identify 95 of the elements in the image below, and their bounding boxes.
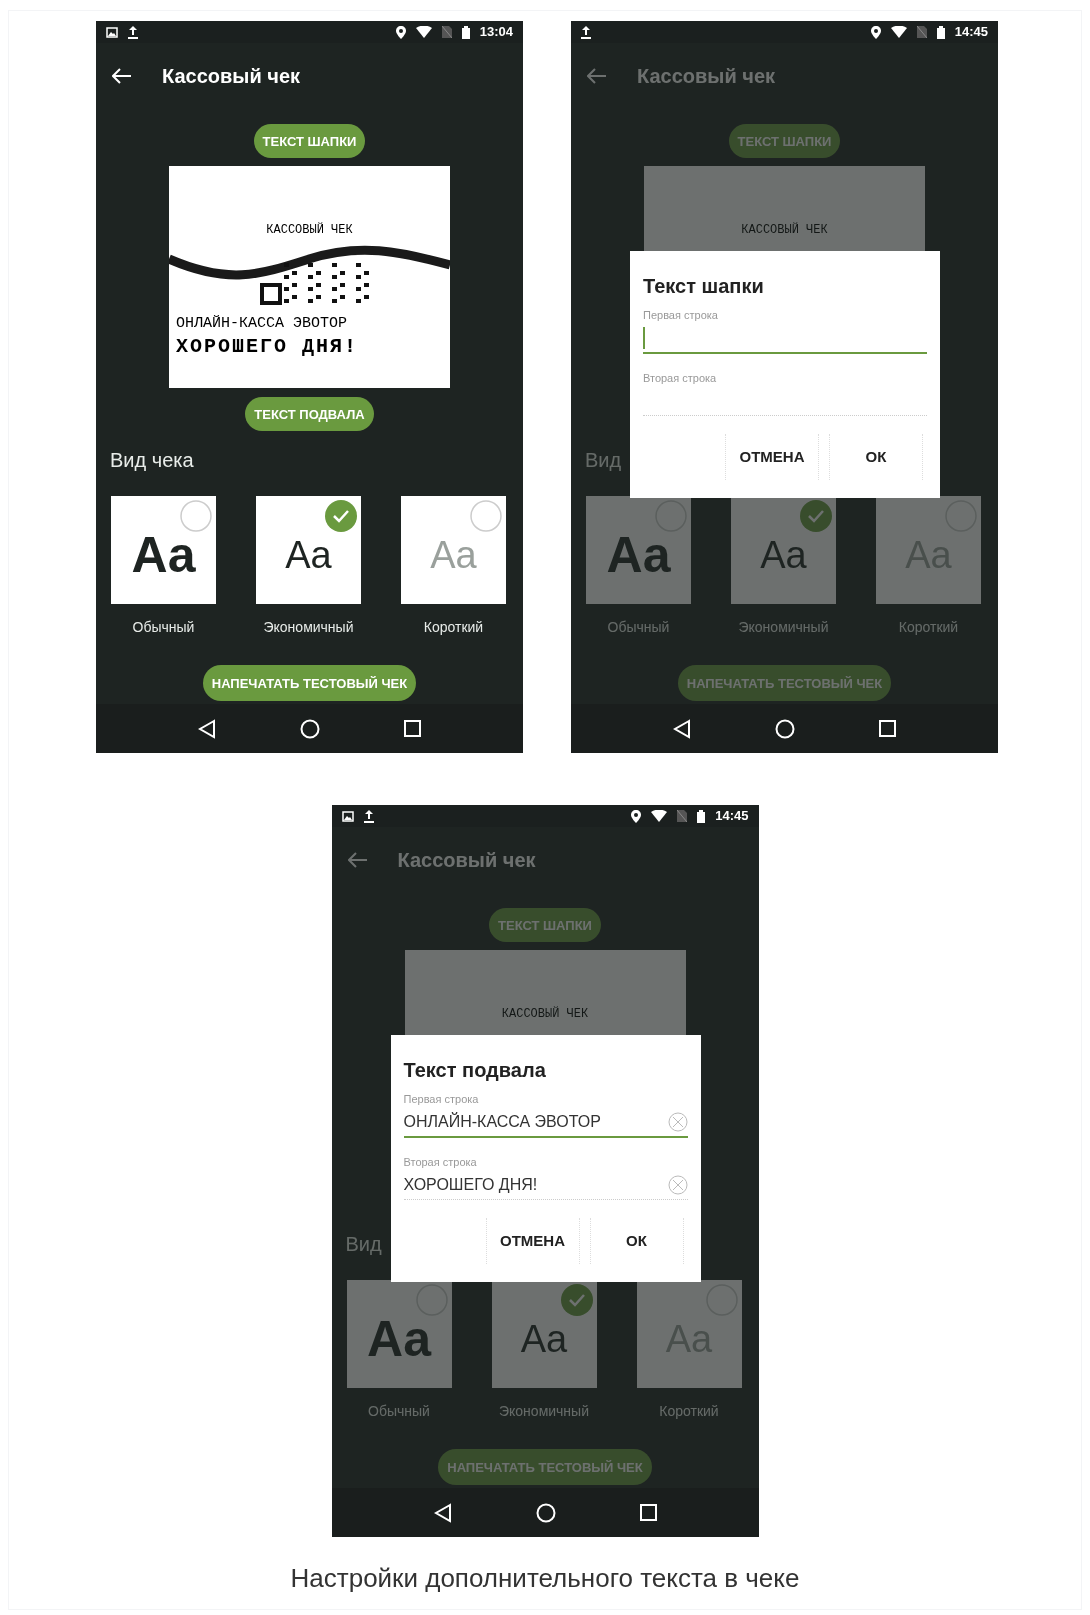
screen-title: Кассовый чек	[637, 64, 775, 89]
dialog-button[interactable]: ОК	[589, 1218, 684, 1264]
receipt-footer-line: ОНЛАЙН-КАССА ЭВОТОР	[176, 315, 349, 334]
field-label: Вторая строка	[643, 370, 718, 386]
receipt-style-tile[interactable]: Aa	[491, 1280, 597, 1388]
image-icon	[341, 810, 354, 822]
font-sample: Aa	[131, 525, 196, 585]
style-label: Обычный	[368, 1402, 430, 1421]
clear-icon	[667, 1174, 688, 1195]
location-pin-icon	[631, 809, 642, 823]
image-icon	[106, 26, 118, 38]
back-triangle-icon	[673, 718, 691, 739]
field-value-input[interactable]: ОНЛАЙН-КАССА ЭВОТОР	[403, 1109, 668, 1134]
screen-title: Кассовый чек	[162, 64, 300, 89]
print-test-receipt-button[interactable]: НАПЕЧАТАТЬ ТЕСТОВЫЙ ЧЕК	[438, 1449, 652, 1485]
no-sim-icon	[677, 810, 688, 822]
section-title: Вид чека	[110, 448, 194, 473]
receipt-style-tile[interactable]: Aa	[401, 496, 506, 604]
upload-icon	[581, 25, 591, 39]
clock-time: 14:45	[954, 23, 988, 42]
receipt-style-tile[interactable]: Aa	[731, 496, 836, 604]
footer-text-button[interactable]: ТЕКСТ ПОДВАЛА	[245, 397, 374, 431]
battery-icon	[461, 25, 470, 39]
style-label: Обычный	[132, 618, 195, 637]
dialog-title: Текст шапки	[643, 274, 765, 299]
section-title: Вид	[585, 448, 622, 473]
print-test-receipt-button[interactable]: НАПЕЧАТАТЬ ТЕСТОВЫЙ ЧЕК	[202, 665, 417, 701]
section-title: Вид	[345, 1232, 382, 1257]
screen-title: Кассовый чек	[397, 848, 536, 873]
upload-icon	[363, 809, 374, 823]
home-circle-icon	[535, 1502, 556, 1523]
font-sample: Aa	[760, 532, 807, 578]
dialog-button[interactable]: ОК	[829, 434, 923, 480]
checkmark-icon	[560, 1284, 593, 1316]
style-label: Экономичный	[738, 618, 829, 637]
font-sample: Aa	[367, 1309, 431, 1369]
no-sim-icon	[916, 26, 927, 38]
receipt-style-tile[interactable]: Aa	[586, 496, 691, 604]
home-circle-icon	[300, 718, 320, 739]
radio-circle-icon	[470, 500, 502, 532]
recents-square-icon	[639, 1504, 657, 1521]
header-text-button[interactable]: ТЕКСТ ШАПКИ	[253, 124, 366, 158]
back-triangle-icon	[198, 718, 216, 739]
recents-square-icon	[404, 720, 421, 737]
receipt-heading: КАССОВЫЙ ЧЕК	[741, 221, 828, 239]
font-sample: Aa	[285, 532, 332, 578]
font-sample: Aa	[606, 525, 671, 585]
back-arrow-icon	[347, 852, 368, 868]
header-text-button[interactable]: ТЕКСТ ШАПКИ	[489, 908, 601, 942]
wifi-icon	[890, 26, 907, 38]
radio-circle-icon	[180, 500, 212, 532]
style-label: Короткий	[659, 1402, 719, 1421]
style-label: Короткий	[898, 618, 959, 637]
upload-icon	[128, 25, 138, 39]
field-label: Первая строка	[403, 1092, 480, 1107]
field-label: Первая строка	[643, 308, 719, 323]
home-circle-icon	[775, 718, 795, 739]
clock-time: 14:45	[715, 807, 749, 826]
checkmark-icon	[800, 500, 832, 532]
style-label: Короткий	[423, 618, 484, 637]
clock-time: 13:04	[479, 23, 513, 42]
dialog-title: Текст подвала	[403, 1058, 547, 1083]
checkmark-icon	[325, 500, 357, 532]
dialog-button[interactable]: ОТМЕНА	[725, 434, 819, 480]
text-field[interactable]: ХОРОШЕГО ДНЯ!	[403, 1170, 688, 1200]
wifi-icon	[415, 26, 432, 38]
font-sample: Aa	[520, 1316, 568, 1362]
print-test-receipt-button[interactable]: НАПЕЧАТАТЬ ТЕСТОВЫЙ ЧЕК	[677, 665, 892, 701]
receipt-heading: КАССОВЫЙ ЧЕК	[266, 221, 353, 239]
receipt-footer-line: ХОРОШЕГО ДНЯ!	[176, 333, 359, 359]
style-label: Экономичный	[499, 1402, 589, 1421]
receipt-style-tile[interactable]: Aa	[111, 496, 216, 604]
figure-caption: Настройки дополнительного текста в чеке	[290, 1563, 800, 1593]
no-sim-icon	[441, 26, 452, 38]
style-label: Обычный	[607, 618, 670, 637]
field-label: Вторая строка	[403, 1154, 478, 1170]
field-value-input[interactable]: ХОРОШЕГО ДНЯ!	[403, 1172, 668, 1197]
back-arrow-icon	[587, 68, 607, 84]
receipt-style-tile[interactable]: Aa	[256, 496, 361, 604]
style-label: Экономичный	[263, 618, 354, 637]
receipt-style-tile[interactable]: Aa	[346, 1280, 452, 1388]
receipt-heading: КАССОВЫЙ ЧЕК	[501, 1005, 589, 1023]
header-text-button[interactable]: ТЕКСТ ШАПКИ	[728, 124, 841, 158]
wifi-icon	[651, 810, 668, 822]
back-triangle-icon	[433, 1502, 452, 1523]
clear-icon	[667, 1111, 688, 1132]
dialog-button[interactable]: ОТМЕНА	[485, 1218, 580, 1264]
location-pin-icon	[395, 25, 406, 39]
text-field[interactable]: ОНЛАЙН-КАССА ЭВОТОР	[403, 1107, 688, 1138]
font-sample: Aa	[430, 532, 477, 578]
battery-icon	[936, 25, 945, 39]
back-arrow-icon	[112, 68, 132, 84]
battery-icon	[697, 809, 706, 823]
recents-square-icon	[879, 720, 896, 737]
location-pin-icon	[870, 25, 881, 39]
